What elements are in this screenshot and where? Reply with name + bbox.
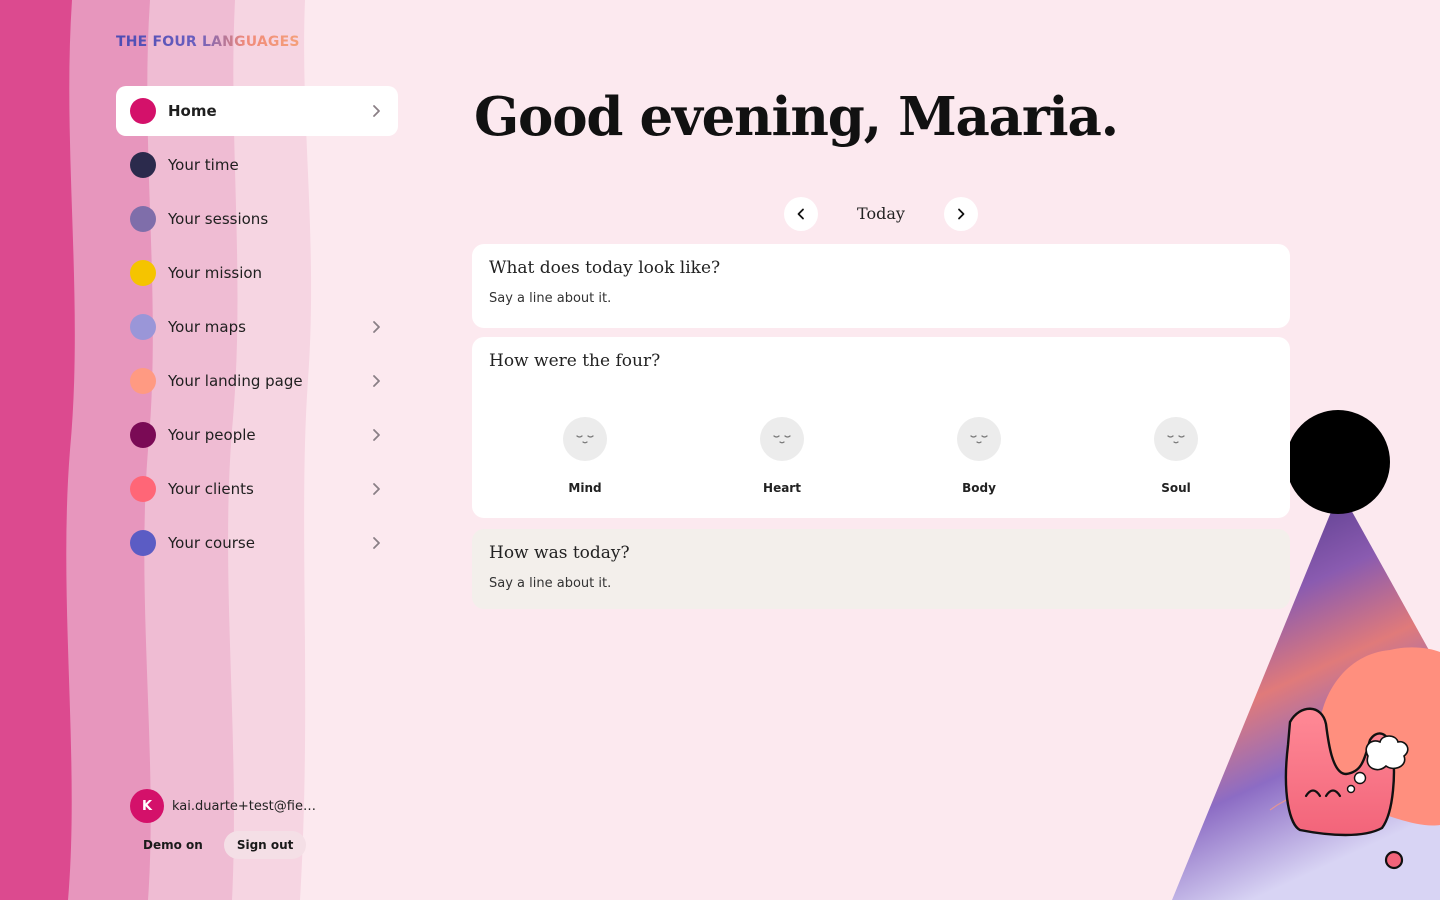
card-prompt[interactable]: Say a line about it. (489, 576, 1273, 591)
next-day-button[interactable] (944, 197, 978, 231)
course-dot-icon (130, 530, 156, 556)
chevron-right-icon (373, 537, 380, 549)
card-title: What does today look like? (489, 258, 721, 278)
sidebar-item-label: Your clients (168, 480, 254, 498)
sidebar-item-label: Your maps (168, 318, 246, 336)
chevron-left-icon (797, 208, 804, 220)
clients-dot-icon (130, 476, 156, 502)
sessions-dot-icon (130, 206, 156, 232)
sidebar-item-your-maps[interactable]: Your maps (116, 302, 398, 352)
sidebar-item-home[interactable]: Home (116, 86, 398, 136)
card-prompt[interactable]: Say a line about it. (489, 291, 1273, 306)
landing-page-dot-icon (130, 368, 156, 394)
sleepy-face-icon (1154, 417, 1198, 461)
sidebar-item-your-course[interactable]: Your course (116, 518, 398, 568)
demo-toggle-button[interactable]: Demo on (130, 831, 216, 859)
chevron-right-icon (373, 429, 380, 441)
mood-label: Body (962, 481, 996, 495)
mood-label: Mind (568, 481, 602, 495)
mood-label: Soul (1161, 481, 1191, 495)
sidebar-item-label: Your sessions (168, 210, 269, 228)
chevron-right-icon (373, 375, 380, 387)
sidebar-item-label: Your landing page (168, 372, 303, 390)
sign-out-button[interactable]: Sign out (223, 831, 307, 859)
sidebar-item-your-time[interactable]: Your time (116, 140, 398, 190)
sidebar-item-label: Your people (168, 426, 256, 444)
time-dot-icon (130, 152, 156, 178)
date-label: Today (857, 204, 905, 223)
four-languages-card: How were the four? Mind Heart Body Soul (472, 337, 1290, 518)
sidebar-item-label: Your course (168, 534, 255, 552)
mood-heart[interactable]: Heart (737, 417, 827, 495)
mission-dot-icon (130, 260, 156, 286)
previous-day-button[interactable] (784, 197, 818, 231)
date-navigator: Today (784, 197, 978, 231)
sidebar-item-your-mission[interactable]: Your mission (116, 248, 398, 298)
sleepy-face-icon (563, 417, 607, 461)
sidebar-item-label: Your time (168, 156, 239, 174)
maps-dot-icon (130, 314, 156, 340)
card-title: How were the four? (489, 351, 661, 371)
sidebar-item-label: Your mission (168, 264, 263, 282)
sidebar-nav: Home Your time Your sessions Your missio… (116, 86, 398, 572)
brand-logo[interactable]: THE FOUR LANGUAGES (116, 34, 300, 50)
sidebar-item-your-landing-page[interactable]: Your landing page (116, 356, 398, 406)
account-email: kai.duarte+test@fieldshifting.com (172, 798, 318, 814)
sleepy-face-icon (957, 417, 1001, 461)
day-review-card[interactable]: How was today? Say a line about it. (472, 529, 1290, 609)
card-title: How was today? (489, 543, 630, 563)
home-dot-icon (130, 98, 156, 124)
mood-label: Heart (763, 481, 801, 495)
account-actions: Demo on Sign out (130, 831, 307, 859)
chevron-right-icon (373, 483, 380, 495)
people-dot-icon (130, 422, 156, 448)
chevron-right-icon (958, 208, 965, 220)
mood-selector: Mind Heart Body Soul (489, 417, 1273, 497)
avatar[interactable]: K (130, 789, 164, 823)
sleepy-face-icon (760, 417, 804, 461)
mood-soul[interactable]: Soul (1131, 417, 1221, 495)
mood-mind[interactable]: Mind (540, 417, 630, 495)
sidebar-item-your-people[interactable]: Your people (116, 410, 398, 460)
mood-body[interactable]: Body (934, 417, 1024, 495)
chevron-right-icon (373, 321, 380, 333)
sidebar-item-your-sessions[interactable]: Your sessions (116, 194, 398, 244)
page-title: Good evening, Maaria. (474, 86, 1119, 148)
chevron-right-icon (373, 105, 380, 117)
sidebar-item-label: Home (168, 102, 217, 120)
sidebar-item-your-clients[interactable]: Your clients (116, 464, 398, 514)
today-outlook-card[interactable]: What does today look like? Say a line ab… (472, 244, 1290, 328)
account-info[interactable]: K kai.duarte+test@fieldshifting.com (130, 789, 318, 823)
